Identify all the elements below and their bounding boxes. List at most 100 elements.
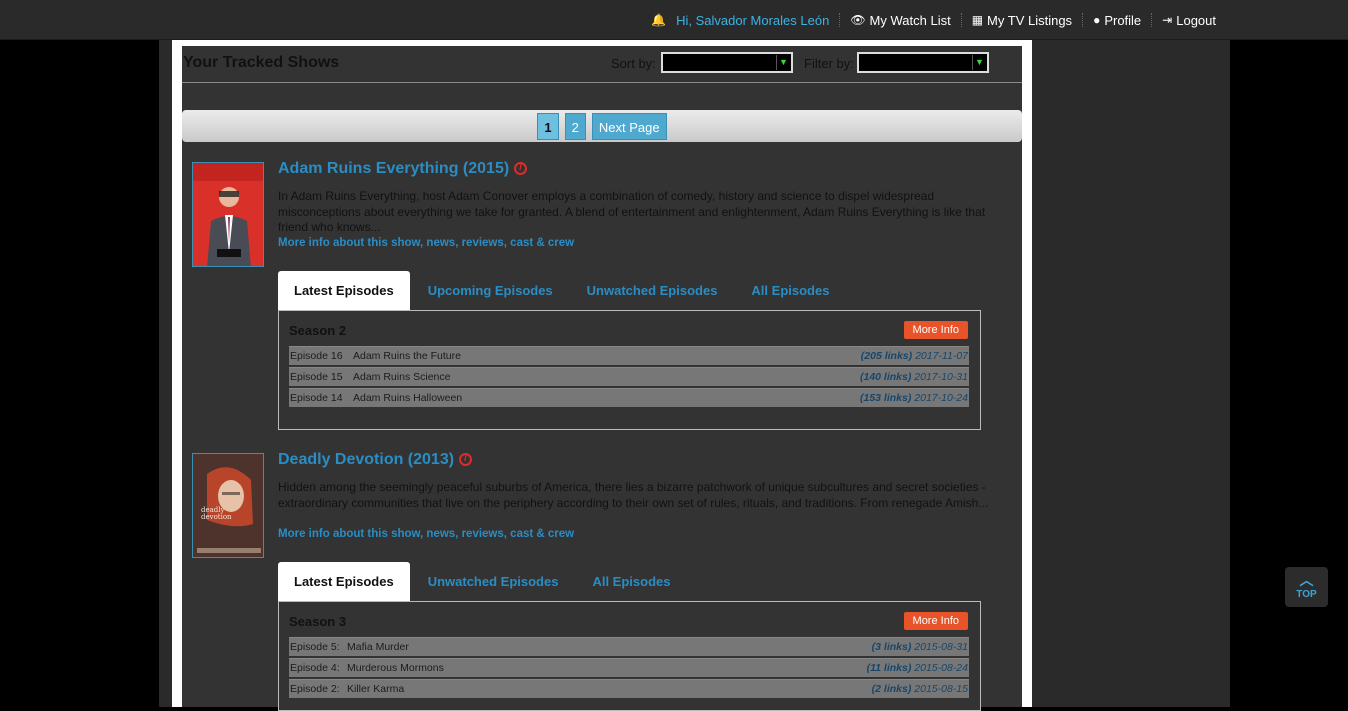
- episode-number: Episode 16: [290, 350, 343, 362]
- episode-meta: (2 links) 2015-08-15: [872, 680, 968, 699]
- episode-number: Episode 2:: [290, 683, 340, 695]
- calendar-icon: ▦: [971, 13, 984, 27]
- episode-list: Episode 5: Mafia Murder (3 links) 2015-0…: [289, 637, 969, 700]
- more-info-link[interactable]: More info about this show, news, reviews…: [278, 528, 574, 540]
- show-poster[interactable]: deadly devotion: [192, 453, 264, 558]
- episode-meta: (153 links) 2017-10-24: [860, 389, 968, 408]
- episode-links[interactable]: (205 links): [861, 350, 912, 362]
- episode-number: Episode 5:: [290, 641, 340, 653]
- show-title-text: Adam Ruins Everything (2015): [278, 160, 510, 177]
- show-title-text: Deadly Devotion (2013): [278, 451, 455, 468]
- tab-all-episodes[interactable]: All Episodes: [576, 562, 686, 601]
- eye-icon: 👁: [850, 13, 866, 27]
- episode-number: Episode 14: [290, 392, 343, 404]
- not-allowed-icon[interactable]: /: [514, 162, 528, 176]
- page-title: Your Tracked Shows: [183, 54, 340, 71]
- episode-date: 2017-11-07: [915, 350, 968, 362]
- tab-latest-episodes[interactable]: Latest Episodes: [278, 562, 410, 601]
- page-2-button[interactable]: 2: [564, 112, 586, 140]
- show-title[interactable]: Deadly Devotion (2013) /: [278, 451, 473, 469]
- episode-links[interactable]: (153 links): [860, 392, 911, 404]
- sort-label: Sort by:: [611, 56, 656, 71]
- more-info-link[interactable]: More info about this show, news, reviews…: [278, 237, 574, 249]
- season-label: Season 3: [289, 614, 347, 629]
- episode-row[interactable]: Episode 14 Adam Ruins Halloween (153 lin…: [289, 388, 969, 407]
- filter-select[interactable]: ▼: [857, 52, 989, 73]
- episode-row[interactable]: Episode 4: Murderous Mormons (11 links) …: [289, 658, 969, 677]
- episode-name: Adam Ruins the Future: [353, 350, 461, 362]
- panel-header: Your Tracked Shows Sort by: ▼ Filter by:…: [182, 46, 1022, 83]
- top-navbar: 🔔 Hi, Salvador Morales León 👁 My Watch L…: [0, 0, 1348, 40]
- user-greeting[interactable]: 🔔 Hi, Salvador Morales León: [641, 12, 841, 28]
- top-nav: 🔔 Hi, Salvador Morales León 👁 My Watch L…: [641, 0, 1226, 40]
- episode-tabs: Latest Episodes Unwatched Episodes All E…: [278, 562, 688, 601]
- dropdown-arrow-icon: ▼: [776, 55, 790, 70]
- episode-meta: (3 links) 2015-08-31: [872, 638, 968, 657]
- tab-latest-episodes[interactable]: Latest Episodes: [278, 271, 410, 310]
- episode-name: Mafia Murder: [347, 641, 409, 653]
- tab-unwatched-episodes[interactable]: Unwatched Episodes: [412, 562, 575, 601]
- episode-number: Episode 15: [290, 371, 343, 383]
- logout-link[interactable]: ⇥ Logout: [1152, 12, 1226, 28]
- profile-label: Profile: [1104, 12, 1142, 28]
- pagination: 1 2 Next Page: [182, 110, 1022, 142]
- episode-date: 2015-08-31: [914, 641, 968, 653]
- episode-row[interactable]: Episode 5: Mafia Murder (3 links) 2015-0…: [289, 637, 969, 656]
- filter-label: Filter by:: [804, 56, 854, 71]
- svg-text:devotion: devotion: [201, 513, 232, 521]
- dropdown-arrow-icon: ▼: [972, 55, 986, 70]
- tab-all-episodes[interactable]: All Episodes: [735, 271, 845, 310]
- not-allowed-icon[interactable]: /: [459, 453, 473, 467]
- episode-number: Episode 4:: [290, 662, 340, 674]
- logout-label: Logout: [1176, 12, 1216, 28]
- episode-date: 2017-10-31: [914, 371, 968, 383]
- episode-meta: (140 links) 2017-10-31: [860, 368, 968, 387]
- show-poster[interactable]: [192, 162, 264, 267]
- show-description: Hidden among the seemingly peaceful subu…: [278, 480, 989, 510]
- top-label: TOP: [1296, 589, 1317, 600]
- tv-listings-label: My TV Listings: [987, 12, 1073, 28]
- episode-links[interactable]: (140 links): [860, 371, 911, 383]
- episode-list: Episode 16 Adam Ruins the Future (205 li…: [289, 346, 969, 409]
- tracked-shows-panel: Your Tracked Shows Sort by: ▼ Filter by:…: [182, 46, 1022, 711]
- episode-links[interactable]: (3 links): [872, 641, 912, 653]
- back-to-top-button[interactable]: ︿ TOP: [1285, 567, 1328, 607]
- main-content: Your Tracked Shows Sort by: ▼ Filter by:…: [172, 40, 1032, 711]
- episode-panel: Season 3 More Info Episode 5: Mafia Murd…: [278, 601, 981, 711]
- bell-icon[interactable]: 🔔: [651, 14, 666, 26]
- chevron-up-icon: ︿: [1299, 572, 1314, 588]
- greeting-text: Hi, Salvador Morales León: [676, 12, 830, 28]
- episode-name: Adam Ruins Science: [353, 371, 451, 383]
- episode-date: 2015-08-24: [914, 662, 968, 674]
- episode-date: 2017-10-24: [914, 392, 968, 404]
- tab-upcoming-episodes[interactable]: Upcoming Episodes: [412, 271, 569, 310]
- left-gutter: [159, 40, 172, 707]
- profile-link[interactable]: ● Profile: [1083, 12, 1153, 28]
- logout-icon: ⇥: [1162, 13, 1173, 27]
- tab-unwatched-episodes[interactable]: Unwatched Episodes: [571, 271, 734, 310]
- more-info-button[interactable]: More Info: [903, 321, 968, 339]
- show-title[interactable]: Adam Ruins Everything (2015) /: [278, 160, 528, 178]
- episode-meta: (205 links) 2017-11-07: [861, 347, 968, 366]
- show-description: In Adam Ruins Everything, host Adam Cono…: [278, 189, 986, 234]
- tv-listings-link[interactable]: ▦ My TV Listings: [962, 12, 1084, 28]
- user-icon: ●: [1093, 13, 1101, 27]
- episode-name: Murderous Mormons: [347, 662, 444, 674]
- episode-panel: Season 2 More Info Episode 16 Adam Ruins…: [278, 310, 981, 430]
- episode-name: Killer Karma: [347, 683, 405, 695]
- episode-date: 2015-08-15: [914, 683, 968, 695]
- episode-links[interactable]: (2 links): [872, 683, 912, 695]
- episode-row[interactable]: Episode 2: Killer Karma (2 links) 2015-0…: [289, 679, 969, 698]
- next-page-button[interactable]: Next Page: [591, 112, 667, 140]
- episode-meta: (11 links) 2015-08-24: [867, 659, 968, 678]
- page-1-button[interactable]: 1: [537, 112, 559, 140]
- episode-name: Adam Ruins Halloween: [353, 392, 463, 404]
- watchlist-link[interactable]: 👁 My Watch List: [840, 13, 962, 28]
- episode-row[interactable]: Episode 15 Adam Ruins Science (140 links…: [289, 367, 969, 386]
- episode-row[interactable]: Episode 16 Adam Ruins the Future (205 li…: [289, 346, 969, 365]
- more-info-button[interactable]: More Info: [903, 612, 968, 630]
- right-gutter: [1032, 40, 1230, 707]
- episode-links[interactable]: (11 links): [867, 662, 912, 674]
- season-label: Season 2: [289, 323, 347, 338]
- sort-select[interactable]: ▼: [661, 52, 793, 73]
